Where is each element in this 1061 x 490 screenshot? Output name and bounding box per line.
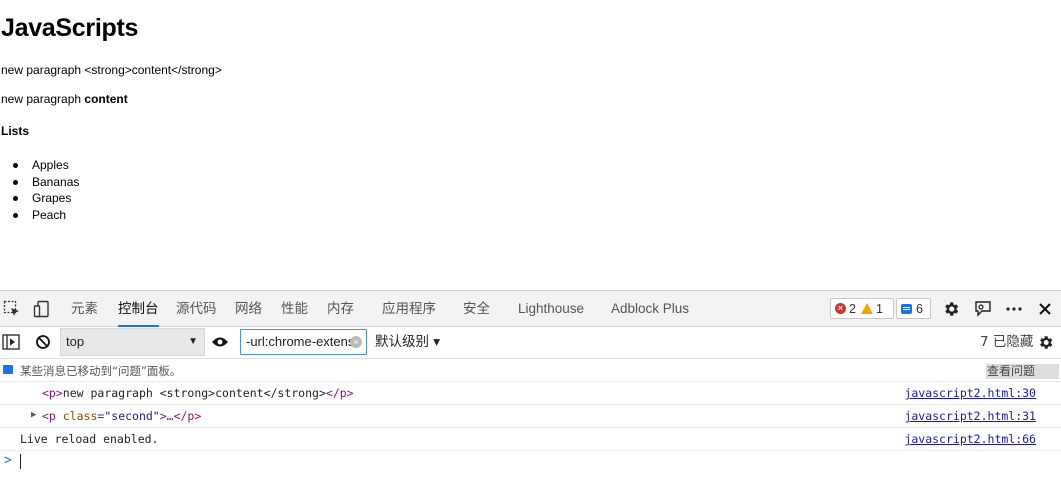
tag-prefix: <p [42, 409, 63, 423]
message-icon [901, 303, 912, 314]
paragraph-rendered: new paragraph content [1, 92, 128, 106]
warning-count: 1 [875, 301, 883, 316]
devtools-panel: 元素 控制台 源代码 网络 性能 内存 应用程序 安全 Lighthouse A… [0, 290, 1061, 490]
context-value: top [66, 334, 85, 349]
list-item: Apples [12, 157, 79, 174]
tab-adblock-plus[interactable]: Adblock Plus [611, 291, 689, 327]
list-item: Peach [12, 207, 79, 224]
feedback-icon[interactable] [973, 299, 993, 319]
list-item: Grapes [12, 190, 79, 207]
device-toolbar-icon[interactable] [32, 299, 52, 319]
filter-value: -url:chrome-extens [246, 334, 355, 349]
devtools-tabbar: 元素 控制台 源代码 网络 性能 内存 应用程序 安全 Lighthouse A… [0, 291, 1061, 327]
sidebar-toggle-icon[interactable] [1, 332, 21, 352]
tag-close: </p> [325, 386, 354, 400]
clear-filter-icon[interactable]: × [350, 336, 362, 348]
expand-triangle-icon[interactable]: ▶ [31, 410, 36, 420]
console-row: Live reload enabled. javascript2.html:66 [0, 428, 1061, 451]
tab-lighthouse[interactable]: Lighthouse [518, 291, 584, 327]
info-message-icon [3, 365, 13, 374]
list-item: Bananas [12, 174, 79, 191]
tag-suffix: >…</p> [159, 409, 202, 423]
paragraph-text: new paragraph [1, 92, 85, 106]
console-row: <p>new paragraph <strong>content</strong… [0, 382, 1061, 405]
source-link[interactable]: javascript2.html:31 [904, 409, 1036, 423]
inspect-element-icon[interactable] [2, 299, 22, 319]
console-toolbar: top ▼ -url:chrome-extens × 默认级别 ▾ 7 已隐藏 [0, 327, 1061, 359]
tab-security[interactable]: 安全 [463, 291, 490, 327]
log-levels-dropdown[interactable]: 默认级别 ▾ [375, 327, 440, 357]
warning-icon [860, 303, 873, 314]
message-count: 6 [916, 301, 923, 316]
console-filter-input[interactable]: -url:chrome-extens × [240, 329, 367, 355]
clear-console-icon[interactable] [33, 332, 53, 352]
page-content: JavaScripts new paragraph <strong>conten… [0, 0, 1061, 290]
console-info-row: 某些消息已移动到“问题”面板。 查看问题 [0, 360, 1061, 382]
tab-performance[interactable]: 性能 [281, 291, 308, 327]
context-selector[interactable]: top ▼ [60, 328, 205, 356]
attr-name: class [62, 409, 98, 423]
info-message: 某些消息已移动到“问题”面板。 [20, 364, 182, 378]
source-link[interactable]: javascript2.html:66 [904, 432, 1036, 446]
console-prompt-row[interactable]: > [0, 451, 1061, 473]
attr-value: "second" [104, 409, 160, 423]
tag-open: <p> [42, 386, 63, 400]
eye-icon[interactable] [210, 332, 230, 352]
paragraph-strong: content [84, 92, 128, 106]
fruit-list: Apples Bananas Grapes Peach [12, 157, 79, 224]
source-link[interactable]: javascript2.html:30 [904, 386, 1036, 400]
tab-console[interactable]: 控制台 [118, 291, 159, 327]
tab-sources[interactable]: 源代码 [176, 291, 217, 327]
console-row: ▶ <p class="second">…</p> javascript2.ht… [0, 405, 1061, 428]
tab-memory[interactable]: 内存 [327, 291, 354, 327]
console-output: 某些消息已移动到“问题”面板。 查看问题 <p>new paragraph <s… [0, 360, 1061, 490]
hidden-messages-count: 7 已隐藏 [980, 334, 1034, 350]
prompt-chevron-icon: > [4, 453, 12, 468]
lists-heading: Lists [1, 124, 30, 138]
messages-counter[interactable]: 6 [896, 298, 931, 319]
paragraph-raw: new paragraph <strong>content</strong> [1, 63, 222, 77]
console-input-caret [20, 454, 21, 469]
more-icon[interactable] [1004, 299, 1024, 319]
issues-counter[interactable]: × 2 1 [830, 298, 894, 319]
console-settings-gear-icon[interactable] [1035, 332, 1055, 352]
tab-network[interactable]: 网络 [235, 291, 262, 327]
page-heading: JavaScripts [1, 14, 139, 42]
close-icon[interactable] [1035, 299, 1055, 319]
error-count: 2 [849, 301, 856, 316]
view-issues-button[interactable]: 查看问题 [986, 364, 1059, 379]
row-text: new paragraph <strong>content</strong> [62, 386, 326, 400]
tab-elements[interactable]: 元素 [71, 291, 98, 327]
row-text: Live reload enabled. [20, 432, 159, 446]
error-icon: × [835, 303, 846, 314]
chevron-down-icon: ▼ [188, 336, 198, 347]
tab-application[interactable]: 应用程序 [382, 291, 436, 327]
gear-icon[interactable] [941, 299, 961, 319]
